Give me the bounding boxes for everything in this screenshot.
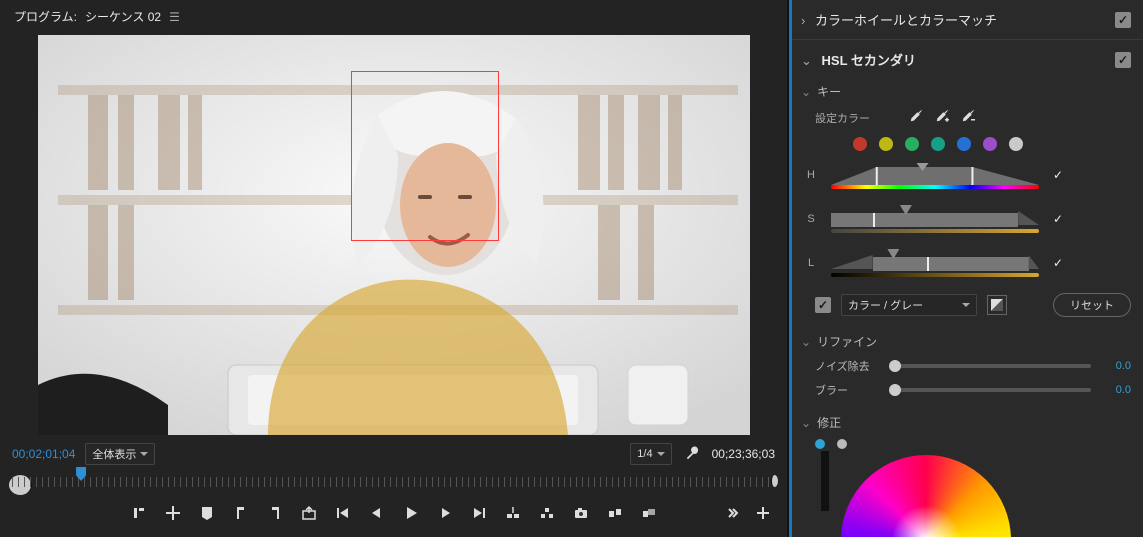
step-back-icon[interactable] xyxy=(367,503,387,523)
marker-icon[interactable] xyxy=(197,503,217,523)
fit-mode-dropdown[interactable]: 全体表示 xyxy=(85,443,155,465)
chevron-down-icon[interactable]: ⌄ xyxy=(801,53,812,68)
hue-label: H xyxy=(801,169,821,181)
chevron-right-icon[interactable]: › xyxy=(801,13,805,28)
section-hsl-secondary-label[interactable]: HSL セカンダリ xyxy=(822,53,916,68)
hsl-secondary-enable-checkbox[interactable]: ✓ xyxy=(1115,52,1131,68)
snapshot-icon[interactable] xyxy=(571,503,591,523)
blur-knob[interactable] xyxy=(889,384,901,396)
color-swatch[interactable] xyxy=(905,137,919,151)
program-title-prefix: プログラム: xyxy=(14,8,77,25)
color-swatch[interactable] xyxy=(931,137,945,151)
current-timecode[interactable]: 00;02;01;04 xyxy=(12,447,75,461)
safe-margins-icon[interactable] xyxy=(163,503,183,523)
go-to-out-icon[interactable] xyxy=(469,503,489,523)
lum-label: L xyxy=(801,257,821,269)
panel-active-indicator xyxy=(789,0,792,537)
color-swatch[interactable] xyxy=(1009,137,1023,151)
eyedropper-subtract-icon[interactable] xyxy=(960,108,976,127)
wrench-icon[interactable] xyxy=(682,444,702,464)
play-icon[interactable] xyxy=(401,503,421,523)
correction-subsection-label: 修正 xyxy=(817,414,841,431)
step-forward-icon[interactable] xyxy=(435,503,455,523)
key-view-dropdown[interactable]: カラー / グレー xyxy=(841,294,977,316)
denoise-slider[interactable] xyxy=(895,364,1091,368)
denoise-value[interactable]: 0.0 xyxy=(1101,360,1131,372)
section-wheels-match-label[interactable]: カラーホイールとカラーマッチ xyxy=(815,13,997,28)
correction-mode-3way-icon[interactable] xyxy=(837,439,847,449)
panel-menu-icon[interactable]: ☰ xyxy=(169,10,180,24)
eyedropper-add-icon[interactable] xyxy=(934,108,950,127)
insert-icon[interactable] xyxy=(605,503,625,523)
color-swatch[interactable] xyxy=(853,137,867,151)
hue-strip xyxy=(831,185,1039,189)
mark-in-icon[interactable] xyxy=(231,503,251,523)
reset-button[interactable]: リセット xyxy=(1053,293,1131,317)
color-gray-checkbox[interactable]: ✓ xyxy=(815,297,831,313)
lum-enabled-check[interactable]: ✓ xyxy=(1049,256,1067,270)
export-frame-icon[interactable] xyxy=(299,503,319,523)
go-to-in-icon[interactable] xyxy=(333,503,353,523)
blur-label: ブラー xyxy=(815,382,885,398)
key-subsection-label: キー xyxy=(817,83,841,100)
overwrite-icon[interactable] xyxy=(639,503,659,523)
hue-range-slider[interactable] xyxy=(831,161,1039,189)
color-swatch[interactable] xyxy=(957,137,971,151)
program-preview[interactable] xyxy=(38,35,750,435)
chevron-down-icon[interactable]: ⌄ xyxy=(801,335,811,349)
denoise-label: ノイズ除去 xyxy=(815,358,885,374)
denoise-knob[interactable] xyxy=(889,360,901,372)
color-swatch[interactable] xyxy=(879,137,893,151)
eyedropper-icon[interactable] xyxy=(908,108,924,127)
midtone-color-wheel[interactable] xyxy=(841,455,1011,537)
zoom-dropdown[interactable]: 1/4 xyxy=(630,443,671,465)
sat-range-slider[interactable] xyxy=(831,205,1039,233)
invert-mask-icon[interactable] xyxy=(987,295,1007,315)
extract-icon[interactable] xyxy=(537,503,557,523)
sat-label: S xyxy=(801,213,821,225)
duration-timecode: 00;23;36;03 xyxy=(712,447,775,461)
color-swatch[interactable] xyxy=(983,137,997,151)
preset-color-swatches xyxy=(853,137,1131,151)
mini-timeline-ruler xyxy=(12,477,775,487)
refine-subsection-label: リファイン xyxy=(817,333,877,350)
lift-icon[interactable] xyxy=(503,503,523,523)
lum-range-slider[interactable] xyxy=(831,249,1039,277)
correction-mode-single-icon[interactable] xyxy=(815,439,825,449)
button-editor-icon[interactable] xyxy=(753,503,773,523)
sat-strip xyxy=(831,229,1039,233)
wheel-luma-slider[interactable] xyxy=(821,451,829,511)
wheels-match-enable-checkbox[interactable]: ✓ xyxy=(1115,12,1131,28)
blur-value[interactable]: 0.0 xyxy=(1101,384,1131,396)
more-icon[interactable] xyxy=(723,503,743,523)
chevron-down-icon[interactable]: ⌄ xyxy=(801,85,811,99)
add-marker-icon[interactable] xyxy=(129,503,149,523)
sat-enabled-check[interactable]: ✓ xyxy=(1049,212,1067,226)
mini-timeline[interactable] xyxy=(12,469,775,495)
lum-strip xyxy=(831,273,1039,277)
preview-image xyxy=(38,35,750,435)
mark-out-icon[interactable] xyxy=(265,503,285,523)
hue-enabled-check[interactable]: ✓ xyxy=(1049,168,1067,182)
chevron-down-icon[interactable]: ⌄ xyxy=(801,416,811,430)
program-sequence-name: シーケンス 02 xyxy=(85,8,161,25)
lumetri-panel: › カラーホイールとカラーマッチ ✓ ⌄ HSL セカンダリ ✓ ⌄ キー xyxy=(788,0,1143,537)
hue-range-shape xyxy=(831,163,1039,185)
blur-slider[interactable] xyxy=(895,388,1091,392)
range-end-handle[interactable] xyxy=(771,475,778,487)
program-panel-title: プログラム: シーケンス 02 ☰ xyxy=(8,4,779,29)
set-color-label: 設定カラー xyxy=(815,110,870,126)
